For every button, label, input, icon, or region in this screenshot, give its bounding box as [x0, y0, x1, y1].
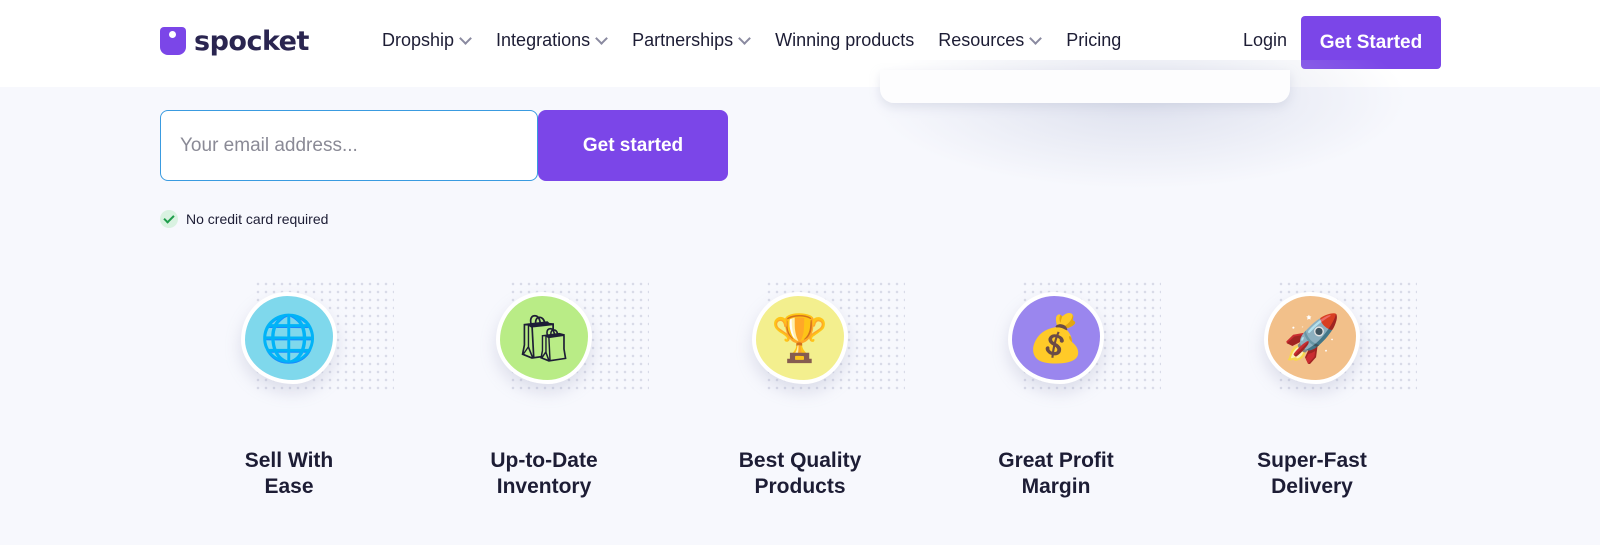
feature-title: Best Quality Products	[738, 449, 862, 498]
chevron-down-icon	[458, 32, 472, 46]
hero-image-card	[880, 70, 1290, 103]
logo[interactable]: spocket	[160, 24, 309, 58]
nav-item-label: Integrations	[496, 30, 591, 50]
check-icon	[160, 210, 178, 228]
nav-item-label: Dropship	[382, 30, 455, 50]
nav-item-resources[interactable]: Resources	[938, 30, 1042, 51]
rocket-icon: 🚀	[1264, 292, 1360, 384]
get-started-submit-button[interactable]: Get started	[538, 110, 728, 181]
nav-item-partnerships[interactable]: Partnerships	[632, 30, 751, 51]
nav-item-label: Winning products	[775, 30, 915, 50]
chevron-down-icon	[1028, 32, 1042, 46]
feature-title: Sell With Ease	[244, 449, 334, 498]
nav-item-pricing[interactable]: Pricing	[1066, 30, 1121, 51]
nav-item-dropship[interactable]: Dropship	[382, 30, 472, 51]
nav-item-label: Partnerships	[632, 30, 734, 50]
chevron-down-icon	[594, 32, 608, 46]
money-bag-icon: 💰	[1008, 292, 1104, 384]
globe-icon: 🌐	[241, 292, 337, 384]
shopping-bags-icon: 🛍	[496, 292, 592, 384]
nav-item-winning-products[interactable]: Winning products	[775, 30, 914, 51]
nav-item-label: Resources	[938, 30, 1025, 50]
trophy-icon: 🏆	[752, 292, 848, 384]
feature-title: Up-to-Date Inventory	[490, 449, 598, 498]
no-credit-card-note: No credit card required	[160, 210, 328, 228]
login-link[interactable]: Login	[1243, 30, 1287, 51]
email-input[interactable]	[160, 110, 538, 181]
note-text: No credit card required	[186, 211, 329, 227]
logo-text: spocket	[194, 25, 309, 57]
nav-item-integrations[interactable]: Integrations	[496, 30, 608, 51]
logo-tag-icon	[160, 27, 186, 55]
chevron-down-icon	[737, 32, 751, 46]
main-nav: Dropship Integrations Partnerships Winni…	[382, 30, 1121, 51]
nav-item-label: Pricing	[1066, 30, 1122, 50]
feature-title: Great Profit Margin	[998, 449, 1114, 498]
feature-title: Super-Fast Delivery	[1257, 449, 1367, 498]
